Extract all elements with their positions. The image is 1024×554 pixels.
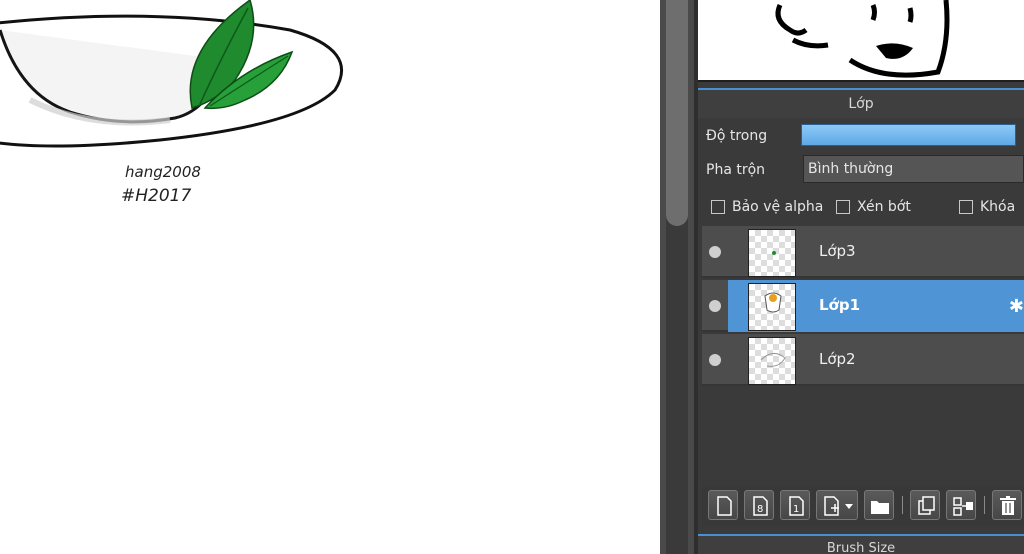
navigator-preview[interactable] — [698, 0, 1024, 82]
merge-layer-icon[interactable] — [946, 490, 976, 520]
toolbar-separator — [984, 496, 985, 514]
visibility-toggle-icon[interactable] — [709, 246, 721, 258]
layer-thumbnail — [748, 283, 796, 331]
new-layer-icon[interactable] — [708, 490, 738, 520]
layer-name: Lớp3 — [819, 242, 856, 260]
lock-label: Khóa — [980, 199, 1016, 215]
preview-drawing — [775, 0, 950, 78]
opacity-slider[interactable] — [801, 124, 1016, 146]
clipping-checkbox[interactable]: Xén bớt — [836, 196, 911, 218]
layer-settings-icon[interactable]: ✱ — [1009, 296, 1024, 317]
blend-mode-select[interactable]: Bình thường — [803, 155, 1024, 183]
scrollbar-thumb[interactable] — [666, 0, 688, 226]
signature-text-1: hang2008 — [125, 163, 201, 181]
opacity-label: Độ trong — [706, 128, 768, 144]
layer-name: Lớp2 — [819, 350, 856, 368]
layer-thumbnail — [748, 337, 796, 385]
toolbar-separator — [902, 496, 903, 514]
layer-panel-title: Lớp — [698, 88, 1024, 118]
layer-thumbnail-art — [760, 353, 786, 367]
blend-mode-label: Pha trộn — [706, 162, 766, 178]
protect-alpha-checkbox[interactable]: Bảo vệ alpha — [711, 196, 823, 218]
protect-alpha-label: Bảo vệ alpha — [732, 199, 824, 215]
new-8bit-layer-icon[interactable]: 8 — [744, 490, 774, 520]
lock-checkbox[interactable]: Khóa — [959, 196, 1015, 218]
canvas-artwork: hang2008 #H2017 — [0, 0, 344, 206]
duplicate-layer-icon[interactable] — [910, 490, 940, 520]
visibility-toggle-icon[interactable] — [709, 300, 721, 312]
layer-item[interactable]: Lớp2 — [702, 334, 1024, 386]
signature-text-2: #H2017 — [121, 186, 191, 206]
clipping-label: Xén bớt — [857, 199, 911, 215]
layer-thumbnail-art — [764, 292, 782, 313]
add-layer-dropdown-icon[interactable] — [816, 490, 858, 520]
layer-thumbnail — [748, 229, 796, 277]
layer-item[interactable]: Lớp3 — [702, 226, 1024, 278]
checkbox-box[interactable] — [959, 200, 973, 214]
checkbox-box[interactable] — [836, 200, 850, 214]
svg-text:1: 1 — [793, 504, 799, 515]
delete-layer-icon[interactable] — [992, 490, 1022, 520]
drawing-canvas[interactable]: hang2008 #H2017 — [0, 0, 660, 554]
layer-thumbnail-art — [772, 251, 776, 255]
svg-text:8: 8 — [757, 504, 763, 515]
layer-name: Lớp1 — [819, 296, 861, 314]
checkbox-box[interactable] — [711, 200, 725, 214]
canvas-vertical-scrollbar[interactable] — [660, 0, 694, 554]
layer-toolbar: 8 1 — [702, 486, 1024, 526]
brush-size-panel-title: Brush Size — [698, 534, 1024, 554]
layer-list: Lớp3 Lớp1 ✱ Lớp2 — [702, 224, 1024, 486]
folder-icon[interactable] — [864, 490, 894, 520]
visibility-toggle-icon[interactable] — [709, 354, 721, 366]
layer-item-selected[interactable]: Lớp1 ✱ — [702, 280, 1024, 332]
new-1bit-layer-icon[interactable]: 1 — [780, 490, 810, 520]
